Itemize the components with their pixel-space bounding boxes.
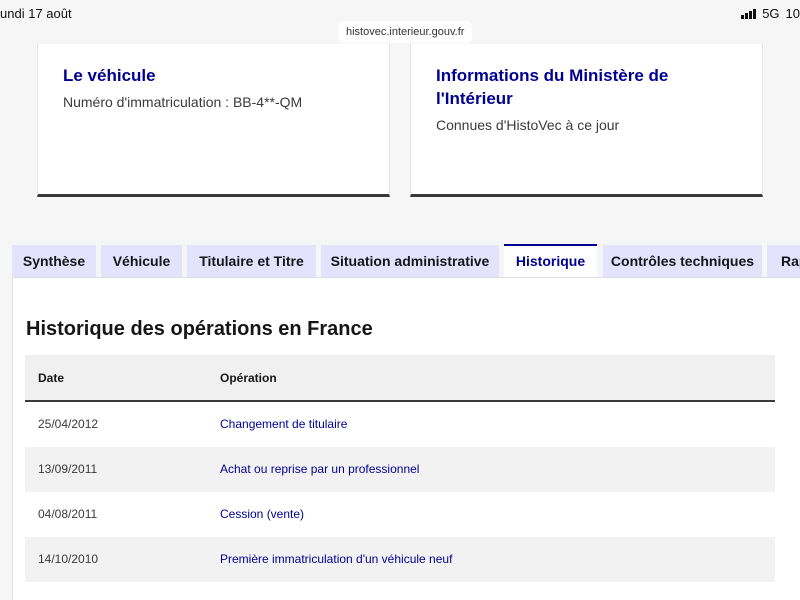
table-row: 14/10/2010 Première immatriculation d'un… — [25, 537, 775, 582]
vehicle-card-plate: Numéro d'immatriculation : BB-4**-QM — [63, 94, 303, 110]
tab-controles-techniques[interactable]: Contrôles techniques — [603, 245, 762, 277]
battery-level: 10 — [785, 6, 800, 21]
row-operation: Cession (vente) — [220, 507, 305, 521]
tab-rapport[interactable]: Rap — [767, 245, 800, 277]
status-date: undi 17 août — [0, 6, 72, 21]
vehicle-card: Le véhicule Numéro d'immatriculation : B… — [37, 44, 390, 197]
tab-historique[interactable]: Historique — [504, 244, 597, 278]
vehicle-card-title: Le véhicule — [63, 66, 156, 85]
column-header-operation: Opération — [220, 371, 277, 385]
panel-title: Historique des opérations en France — [26, 318, 373, 340]
table-header: Date Opération — [25, 355, 775, 402]
row-operation: Première immatriculation d'un véhicule n… — [220, 552, 453, 566]
column-header-date: Date — [38, 371, 65, 385]
operations-table: Date Opération 25/04/2012 Changement de … — [25, 355, 775, 582]
row-date: 25/04/2012 — [38, 417, 99, 431]
address-bar[interactable]: histovec.interieur.gouv.fr — [338, 21, 473, 43]
table-row: 04/08/2011 Cession (vente) — [25, 492, 775, 537]
ministry-info-card-desc: Connues d'HistoVec à ce jour — [436, 117, 620, 133]
tab-vehicule[interactable]: Véhicule — [101, 245, 182, 277]
row-date: 13/09/2011 — [38, 462, 98, 476]
ministry-info-card-title: Informations du Ministère de l'Intérieur — [436, 66, 669, 108]
address-bar-url: histovec.interieur.gouv.fr — [346, 26, 465, 38]
row-operation: Changement de titulaire — [220, 417, 348, 431]
cellular-signal-icon — [741, 8, 757, 19]
ministry-info-card: Informations du Ministère de l'Intérieur… — [410, 44, 763, 197]
row-date: 04/08/2011 — [38, 507, 98, 521]
tab-bar: Synthèse Véhicule Titulaire et Titre Sit… — [0, 244, 800, 278]
table-row: 25/04/2012 Changement de titulaire — [25, 402, 775, 447]
row-operation: Achat ou reprise par un professionnel — [220, 462, 420, 476]
status-indicators: 5G 10 — [741, 6, 800, 21]
row-date: 14/10/2010 — [38, 552, 99, 566]
tab-synthese[interactable]: Synthèse — [12, 245, 96, 277]
tab-titulaire-et-titre[interactable]: Titulaire et Titre — [187, 245, 316, 277]
table-row: 13/09/2011 Achat ou reprise par un profe… — [25, 447, 775, 492]
network-type: 5G — [762, 6, 780, 21]
tab-situation-administrative[interactable]: Situation administrative — [321, 245, 499, 277]
